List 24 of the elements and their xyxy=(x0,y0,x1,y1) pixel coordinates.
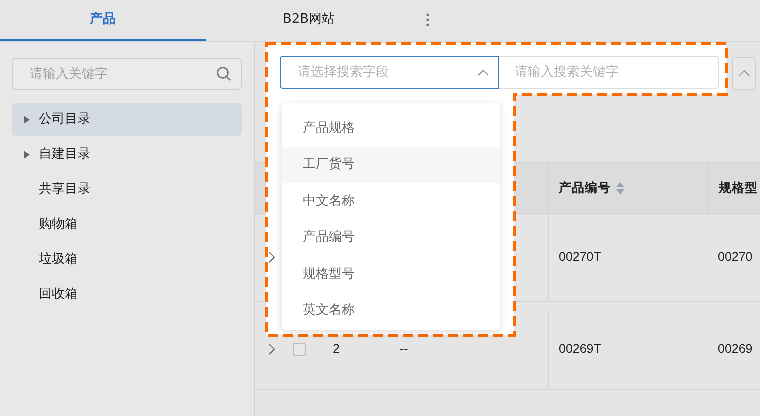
dropdown-option[interactable]: 工厂货号 xyxy=(282,146,500,183)
tree-item[interactable]: 回收箱 xyxy=(12,278,242,311)
column-header: 规格型 xyxy=(719,180,758,197)
field-select[interactable]: 请选择搜索字段 xyxy=(280,56,499,89)
table-cell-text: 00269T xyxy=(559,341,602,358)
dropdown-option[interactable]: 产品编号 xyxy=(282,220,500,256)
tree-item[interactable]: 垃圾箱 xyxy=(12,243,242,276)
table-cell-text: 00270T xyxy=(559,249,602,266)
table-cell-text: 00270 xyxy=(718,249,753,266)
tab[interactable]: B2B网站 xyxy=(206,0,412,41)
dropdown-option[interactable]: 英文名称 xyxy=(282,292,500,329)
dropdown-option[interactable]: 规格型号 xyxy=(282,256,500,292)
tree-item[interactable]: 共享目录 xyxy=(12,173,242,206)
tree-item[interactable]: 公司目录 xyxy=(12,103,242,136)
tree-item[interactable]: 自建目录 xyxy=(12,138,242,171)
table-cell: -- xyxy=(400,342,408,356)
keyword-field[interactable]: 请输入搜索关键字 xyxy=(499,56,719,89)
dropdown-option[interactable]: 中文名称 xyxy=(282,183,500,220)
table-cell: 2 xyxy=(333,342,340,356)
search-field[interactable]: 请输入关键字 xyxy=(12,58,242,90)
tree-item[interactable]: 购物箱 xyxy=(12,208,242,241)
table-cell-text: 00269 xyxy=(718,341,753,358)
column-header: 产品编号 xyxy=(559,180,611,197)
dropdown-option[interactable]: 产品规格 xyxy=(282,110,500,146)
